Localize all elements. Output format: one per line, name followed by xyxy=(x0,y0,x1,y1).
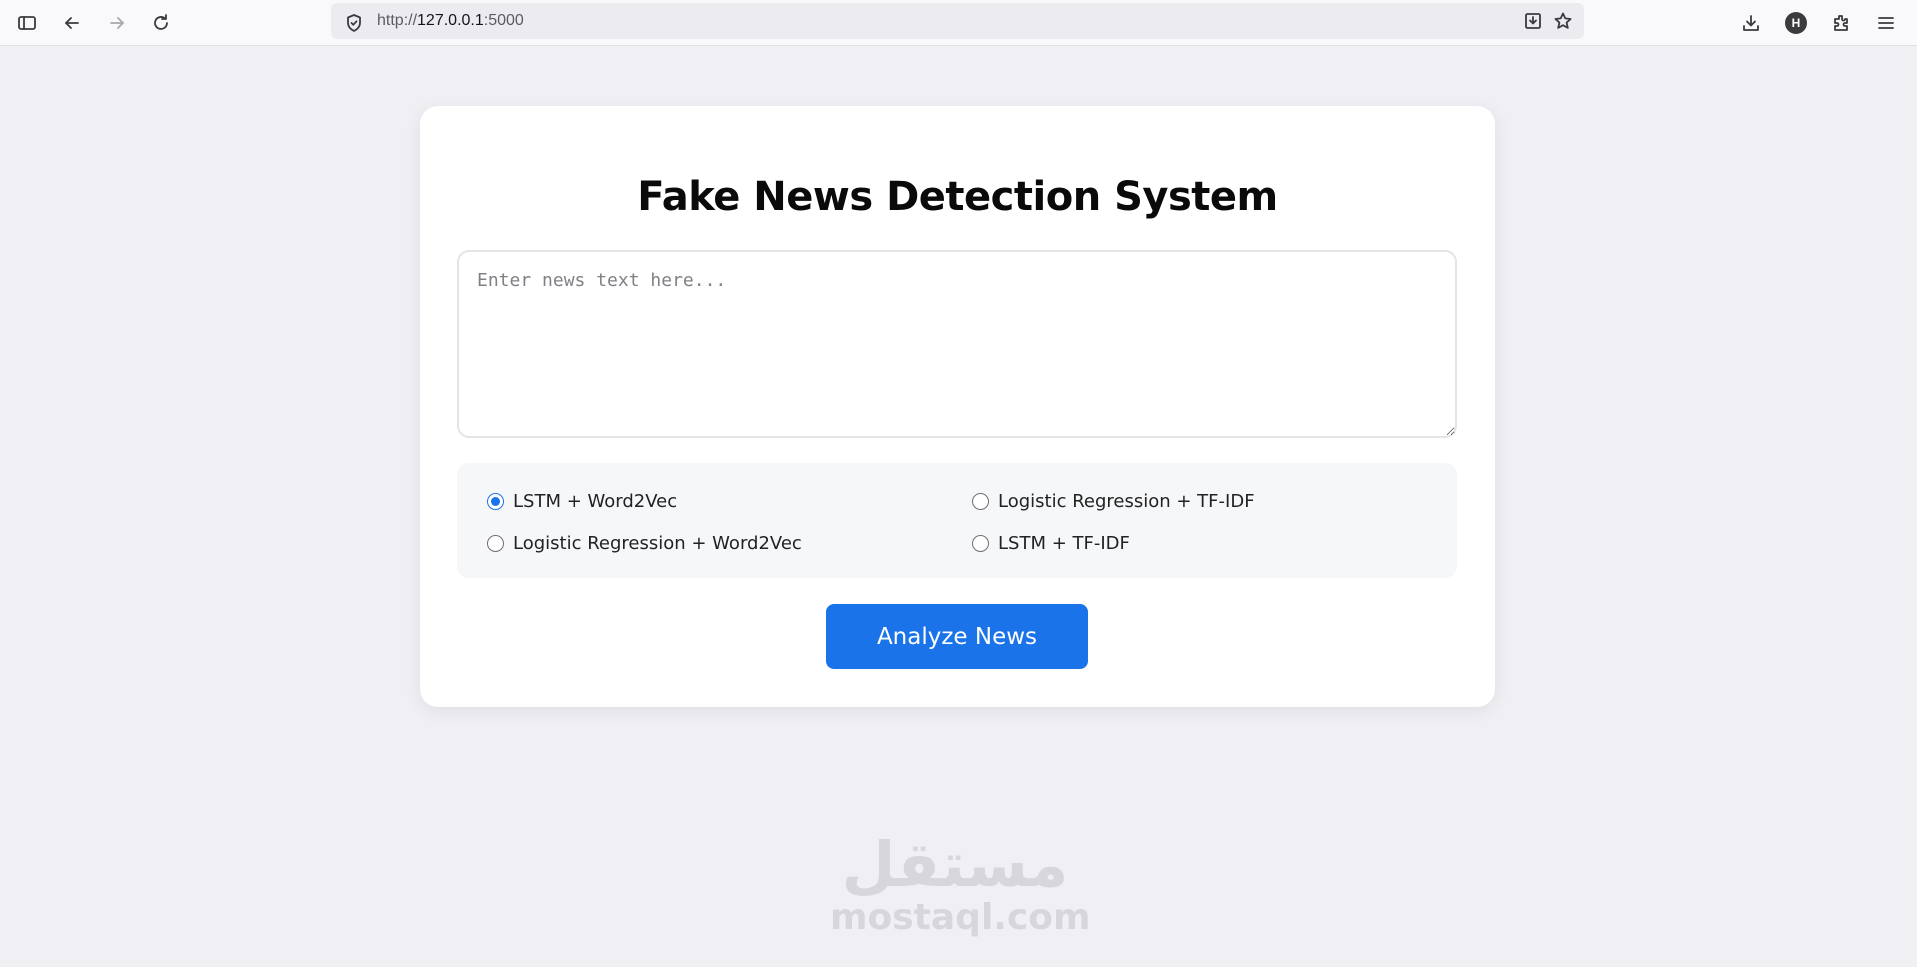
watermark-latin: mostaql.com xyxy=(830,897,1091,938)
reload-icon[interactable] xyxy=(146,8,176,38)
menu-icon[interactable] xyxy=(1871,8,1901,38)
radio-lstm-word2vec[interactable] xyxy=(487,493,504,510)
radio-logreg-tfidf[interactable] xyxy=(972,493,989,510)
back-icon[interactable] xyxy=(57,8,87,38)
browser-toolbar: http://127.0.0.1:5000 H xyxy=(0,0,1917,46)
url-host: 127.0.0.1 xyxy=(417,12,484,29)
sidebar-toggle-icon[interactable] xyxy=(12,8,42,38)
page-title: Fake News Detection System xyxy=(637,174,1278,220)
model-option-logreg-tfidf[interactable]: Logistic Regression + TF-IDF xyxy=(972,491,1255,512)
model-options-panel: LSTM + Word2Vec Logistic Regression + TF… xyxy=(457,463,1457,578)
profile-avatar: H xyxy=(1785,12,1807,34)
analyze-news-button[interactable]: Analyze News xyxy=(826,604,1088,669)
downloads-icon[interactable] xyxy=(1736,8,1766,38)
account-icon[interactable]: H xyxy=(1781,8,1811,38)
detection-card: Fake News Detection System LSTM + Word2V… xyxy=(420,106,1495,707)
model-option-label: LSTM + Word2Vec xyxy=(513,491,678,512)
model-option-label: Logistic Regression + TF-IDF xyxy=(998,491,1255,512)
watermark-logo: مستقل mostaql.com xyxy=(830,828,1091,938)
url-text[interactable]: http://127.0.0.1:5000 xyxy=(377,12,524,30)
model-option-logreg-word2vec[interactable]: Logistic Regression + Word2Vec xyxy=(487,533,802,554)
model-option-lstm-word2vec[interactable]: LSTM + Word2Vec xyxy=(487,491,677,512)
radio-lstm-tfidf[interactable] xyxy=(972,535,989,552)
radio-logreg-word2vec[interactable] xyxy=(487,535,504,552)
save-to-pocket-icon[interactable] xyxy=(1518,6,1548,36)
forward-icon[interactable] xyxy=(102,8,132,38)
url-port: :5000 xyxy=(483,12,524,29)
model-option-lstm-tfidf[interactable]: LSTM + TF-IDF xyxy=(972,533,1130,554)
bookmark-star-icon[interactable] xyxy=(1548,6,1578,36)
watermark-arabic: مستقل xyxy=(841,828,1069,901)
shield-icon[interactable] xyxy=(339,8,369,38)
model-option-label: LSTM + TF-IDF xyxy=(998,533,1130,554)
extensions-icon[interactable] xyxy=(1826,8,1856,38)
model-option-label: Logistic Regression + Word2Vec xyxy=(513,533,802,554)
address-bar[interactable]: http://127.0.0.1:5000 xyxy=(331,3,1584,39)
url-scheme: http:// xyxy=(377,12,418,29)
news-text-input[interactable] xyxy=(457,250,1457,438)
